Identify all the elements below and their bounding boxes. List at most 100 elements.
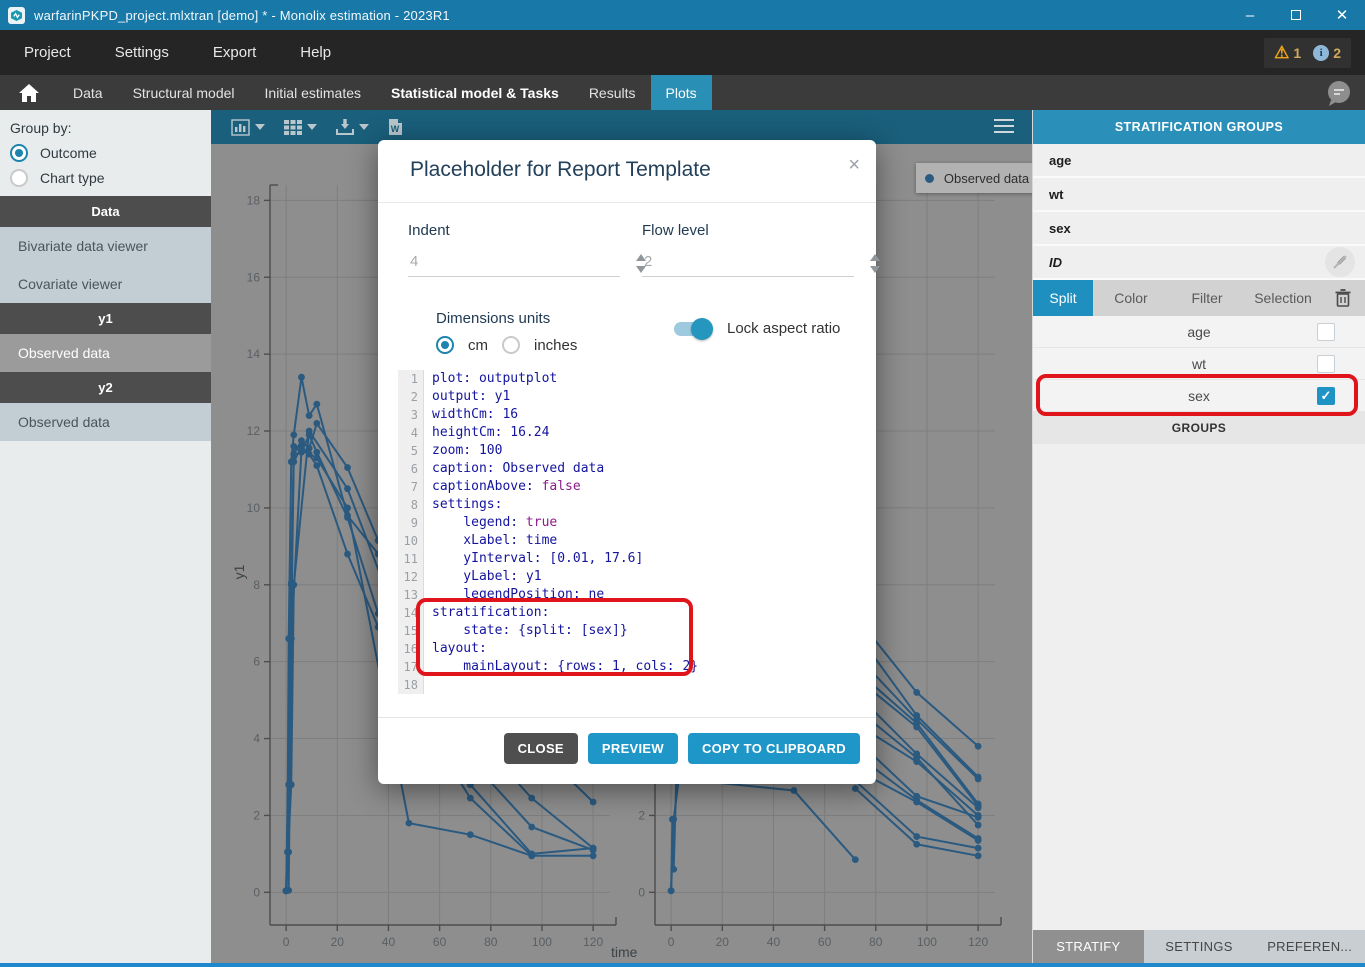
section-header-y1: y1 bbox=[0, 303, 211, 334]
dialog-title: Placeholder for Report Template bbox=[410, 158, 711, 182]
chevron-down-icon bbox=[255, 124, 265, 130]
svg-text:6: 6 bbox=[253, 655, 260, 669]
sidebar-item-observed-data-y2[interactable]: Observed data bbox=[0, 403, 211, 441]
window-title: warfarinPKPD_project.mlxtran [demo] * - … bbox=[34, 8, 450, 23]
copy-to-clipboard-button[interactable]: COPY TO CLIPBOARD bbox=[688, 733, 860, 764]
plot-menu-button[interactable] bbox=[994, 119, 1014, 137]
lock-aspect-ratio-toggle[interactable] bbox=[674, 322, 710, 336]
stratification-groups-header: STRATIFICATION GROUPS bbox=[1033, 110, 1365, 144]
home-icon bbox=[19, 84, 39, 102]
data-point bbox=[670, 816, 677, 823]
data-point bbox=[975, 852, 982, 859]
title-bar: warfarinPKPD_project.mlxtran [demo] * - … bbox=[0, 0, 1365, 30]
data-point bbox=[590, 799, 597, 806]
close-button[interactable]: CLOSE bbox=[504, 733, 578, 764]
tab-split[interactable]: Split bbox=[1033, 280, 1093, 316]
report-template-dialog: Placeholder for Report Template × Indent… bbox=[378, 140, 876, 784]
split-checkbox-wt[interactable] bbox=[1317, 355, 1335, 373]
flow-level-stepper[interactable] bbox=[870, 254, 880, 273]
code-line: 2output: y1 bbox=[398, 388, 862, 406]
tab-filter[interactable]: Filter bbox=[1169, 280, 1245, 316]
code-line: 15 state: {split: [sex]} bbox=[398, 622, 862, 640]
close-window-button[interactable]: ✕ bbox=[1319, 0, 1365, 30]
minimize-button[interactable]: – bbox=[1227, 0, 1273, 30]
export-dropdown[interactable] bbox=[336, 119, 369, 136]
home-button[interactable] bbox=[0, 75, 58, 110]
svg-text:120: 120 bbox=[583, 935, 603, 949]
covariate-row-age[interactable]: age bbox=[1033, 144, 1365, 178]
sidebar-item-bivariate-data-viewer[interactable]: Bivariate data viewer bbox=[0, 227, 211, 265]
covariate-row-sex[interactable]: sex bbox=[1033, 212, 1365, 246]
sidebar-item-observed-data-y1[interactable]: Observed data bbox=[0, 334, 211, 372]
window-bottom-border bbox=[0, 963, 1365, 967]
lock-aspect-ratio-label: Lock aspect ratio bbox=[727, 320, 840, 337]
covariate-row-wt[interactable]: wt bbox=[1033, 178, 1365, 212]
svg-text:60: 60 bbox=[433, 935, 447, 949]
split-row-age[interactable]: age bbox=[1033, 316, 1365, 348]
preview-button[interactable]: PREVIEW bbox=[588, 733, 678, 764]
split-checkbox-age[interactable] bbox=[1317, 323, 1335, 341]
dimensions-units-label: Dimensions units bbox=[436, 310, 577, 327]
data-point bbox=[298, 447, 305, 454]
code-line: 3widthCm: 16 bbox=[398, 406, 862, 424]
chart-type-radio[interactable] bbox=[10, 169, 28, 187]
flow-level-input[interactable]: 2 bbox=[642, 253, 854, 277]
info-indicator[interactable]: i 2 bbox=[1313, 45, 1341, 61]
chart-type-dropdown[interactable] bbox=[231, 119, 265, 136]
tab-selection[interactable]: Selection bbox=[1245, 280, 1321, 316]
close-icon[interactable]: × bbox=[848, 154, 860, 177]
maximize-button[interactable] bbox=[1273, 0, 1319, 30]
warning-indicator[interactable]: ⚠ 1 bbox=[1274, 44, 1301, 61]
sidebar-item-covariate-viewer[interactable]: Covariate viewer bbox=[0, 265, 211, 303]
comments-button[interactable] bbox=[1325, 75, 1353, 110]
no-pick-icon[interactable] bbox=[1325, 247, 1355, 277]
outcome-radio[interactable] bbox=[10, 144, 28, 162]
tab-structural-model[interactable]: Structural model bbox=[118, 75, 250, 110]
legend-label: Observed data bbox=[944, 171, 1029, 186]
data-point bbox=[313, 420, 320, 427]
grid-layout-dropdown[interactable] bbox=[284, 119, 317, 136]
code-line: 14stratification: bbox=[398, 604, 862, 622]
dimensions-units-group: Dimensions units cm inches bbox=[436, 310, 577, 354]
inches-radio[interactable] bbox=[502, 336, 520, 354]
svg-text:4: 4 bbox=[253, 732, 260, 746]
menu-project[interactable]: Project bbox=[24, 44, 71, 61]
menu-bar: Project Settings Export Help ⚠ 1 i 2 bbox=[0, 30, 1365, 75]
tab-plots[interactable]: Plots bbox=[651, 75, 712, 110]
word-report-button[interactable]: W bbox=[388, 118, 403, 136]
group-by-chart-type-option[interactable]: Chart type bbox=[10, 169, 211, 187]
cm-radio[interactable] bbox=[436, 336, 454, 354]
menu-help[interactable]: Help bbox=[300, 44, 331, 61]
data-point bbox=[344, 551, 351, 558]
svg-text:40: 40 bbox=[767, 935, 781, 949]
reset-stratification-button[interactable] bbox=[1321, 280, 1365, 316]
tab-statistical-model-tasks[interactable]: Statistical model & Tasks bbox=[376, 75, 574, 110]
tab-data[interactable]: Data bbox=[58, 75, 118, 110]
data-point bbox=[668, 887, 675, 894]
tab-stratify[interactable]: STRATIFY bbox=[1033, 930, 1144, 963]
indent-input[interactable]: 4 bbox=[408, 253, 620, 277]
covariate-row-id[interactable]: ID bbox=[1033, 246, 1365, 280]
svg-text:100: 100 bbox=[532, 935, 552, 949]
data-point bbox=[528, 850, 535, 857]
tab-preferences[interactable]: PREFEREN... bbox=[1254, 930, 1365, 963]
application-window: warfarinPKPD_project.mlxtran [demo] * - … bbox=[0, 0, 1365, 967]
tab-settings-panel[interactable]: SETTINGS bbox=[1144, 930, 1255, 963]
plot-legend: Observed data bbox=[916, 163, 1038, 193]
info-icon: i bbox=[1313, 45, 1329, 61]
tab-color[interactable]: Color bbox=[1093, 280, 1169, 316]
split-row-wt[interactable]: wt bbox=[1033, 348, 1365, 380]
menu-settings[interactable]: Settings bbox=[115, 44, 169, 61]
svg-text:18: 18 bbox=[247, 193, 261, 207]
tab-results[interactable]: Results bbox=[574, 75, 651, 110]
tab-initial-estimates[interactable]: Initial estimates bbox=[250, 75, 376, 110]
data-point bbox=[975, 822, 982, 829]
code-line: 16layout: bbox=[398, 640, 862, 658]
svg-text:0: 0 bbox=[638, 885, 645, 899]
data-point bbox=[344, 464, 351, 471]
group-by-outcome-option[interactable]: Outcome bbox=[10, 144, 211, 162]
y-axis-label: y1 bbox=[231, 552, 247, 592]
split-row-sex[interactable]: sex ✓ bbox=[1033, 380, 1365, 412]
split-checkbox-sex[interactable]: ✓ bbox=[1317, 387, 1335, 405]
menu-export[interactable]: Export bbox=[213, 44, 256, 61]
